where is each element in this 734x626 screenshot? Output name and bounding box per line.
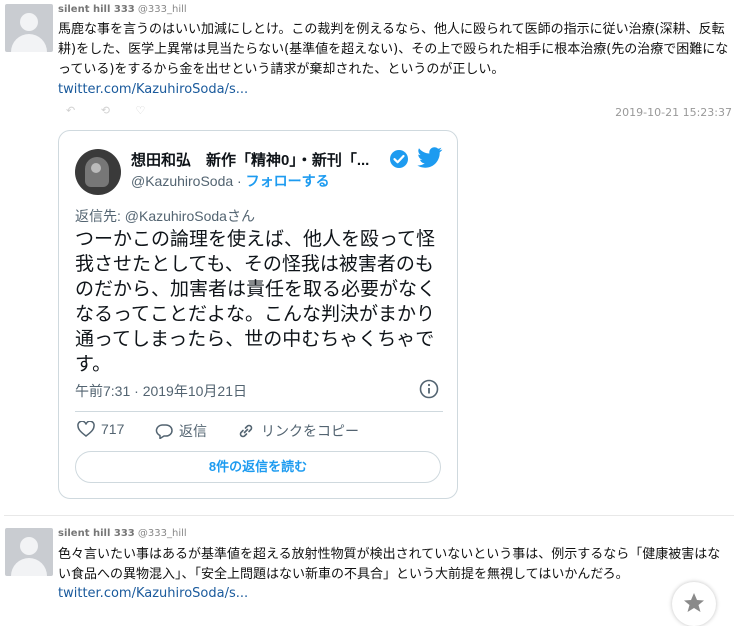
reply-bubble-icon bbox=[155, 424, 173, 439]
post-actions: ↶ ⟲ ♡ bbox=[66, 104, 145, 117]
divider bbox=[75, 411, 443, 412]
reply-to-label: 返信先: @KazuhiroSodaさん bbox=[75, 208, 255, 224]
embed-tweet-body: つーかこの論理を使えば、他人を殴って怪我させたとしても、その怪我は被害者のものだ… bbox=[75, 229, 437, 375]
link-icon bbox=[239, 424, 253, 438]
embed-timestamp[interactable]: 午前7:31 · 2019年10月21日 bbox=[75, 381, 247, 401]
avatar[interactable] bbox=[5, 528, 53, 576]
heart-icon bbox=[77, 421, 95, 437]
twitter-bird-icon[interactable] bbox=[417, 147, 443, 174]
handle-separator: · bbox=[233, 173, 246, 189]
like-action[interactable]: 717 bbox=[77, 421, 124, 437]
tweet-link[interactable]: twitter.com/KazuhiroSoda/s... bbox=[58, 586, 248, 601]
post-meta: silent hill 333 @333_hill bbox=[58, 528, 187, 539]
floating-action-button[interactable] bbox=[672, 582, 716, 626]
embed-author-handle: @KazuhiroSoda · フォローする bbox=[131, 171, 330, 191]
like-icon[interactable]: ♡ bbox=[135, 104, 145, 117]
embed-author-name[interactable]: 想田和弘 新作「精神0」・新刊「... bbox=[131, 149, 381, 170]
post-separator bbox=[4, 515, 734, 516]
copy-link-action[interactable]: リンクをコピー bbox=[237, 421, 359, 441]
star-icon bbox=[684, 593, 704, 612]
copy-link-label: リンクをコピー bbox=[261, 423, 359, 439]
embed-handle[interactable]: @KazuhiroSoda bbox=[131, 173, 233, 189]
verified-icon bbox=[389, 149, 409, 174]
retweet-icon[interactable]: ⟲ bbox=[101, 104, 110, 117]
username[interactable]: silent hill 333 bbox=[58, 4, 135, 15]
user-handle: @333_hill bbox=[137, 528, 187, 539]
reply-action[interactable]: 返信 bbox=[155, 421, 207, 441]
read-replies-button[interactable]: 8件の返信を読む bbox=[75, 451, 441, 483]
embed-avatar[interactable] bbox=[75, 149, 121, 195]
follow-button[interactable]: フォローする bbox=[246, 173, 330, 189]
username[interactable]: silent hill 333 bbox=[58, 528, 135, 539]
reply-label: 返信 bbox=[179, 423, 207, 439]
avatar[interactable] bbox=[5, 4, 53, 52]
tweet-link[interactable]: twitter.com/KazuhiroSoda/s... bbox=[58, 82, 248, 97]
post-text: 馬鹿な事を言うのはいい加減にしとけ。この裁判を例えるなら、他人に殴られて医師の指… bbox=[58, 22, 729, 77]
reply-icon[interactable]: ↶ bbox=[66, 104, 75, 117]
info-icon[interactable] bbox=[419, 379, 439, 404]
user-handle: @333_hill bbox=[137, 4, 187, 15]
post-meta: silent hill 333 @333_hill bbox=[58, 4, 187, 15]
post-timestamp: 2019-10-21 15:23:37 bbox=[615, 106, 732, 119]
embedded-tweet[interactable]: 想田和弘 新作「精神0」・新刊「... @KazuhiroSoda · フォロー… bbox=[58, 130, 458, 499]
like-count: 717 bbox=[101, 421, 125, 437]
post-text: 色々言いたい事はあるが基準値を超える放射性物質が検出されていないという事は、例示… bbox=[58, 547, 721, 582]
